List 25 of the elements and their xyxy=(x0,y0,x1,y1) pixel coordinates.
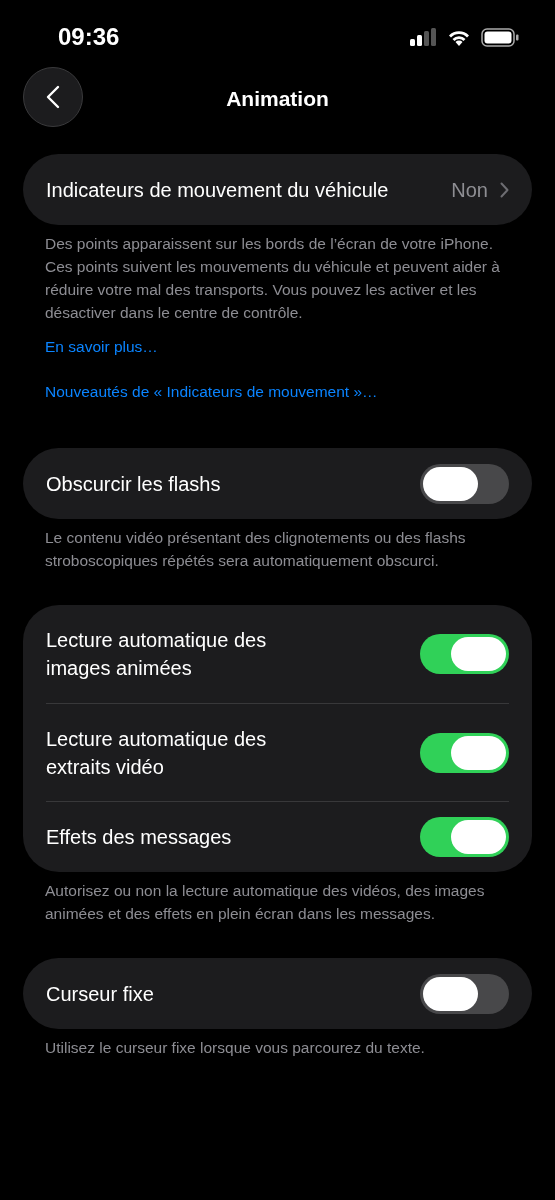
back-chevron-icon xyxy=(46,85,60,109)
status-time: 09:36 xyxy=(58,22,120,52)
setting-label: Lecture automatique des extraits vidéo xyxy=(46,726,268,780)
toggle-switch[interactable] xyxy=(420,732,509,773)
wifi-icon xyxy=(447,28,471,46)
toggle-switch[interactable] xyxy=(420,817,509,857)
info-link[interactable]: Nouveautés de « Indicateurs de mouvement »… xyxy=(45,380,378,403)
toggle-switch[interactable] xyxy=(420,973,509,1014)
section-footer: Le contenu vidéo présentant des clignotements ou des flashs stroboscopiques répétés sera automatiquement obscurci. xyxy=(23,519,532,572)
setting-label: Curseur fixe xyxy=(46,981,154,1007)
setting-value: Non xyxy=(451,177,488,203)
signal-icon xyxy=(410,28,437,46)
section-footer: Utilisez le curseur fixe lorsque vous parcourez du texte. xyxy=(23,1029,532,1059)
section-footer: Des points apparaissent sur les bords de l’écran de votre iPhone. Ces points suivent les mouvements du véhicule et peuvent aider à réduire votre mal des transports. Vous pouvez les activer et les désactiver dans le centre de contrôle. xyxy=(23,225,532,324)
toggle-switch[interactable] xyxy=(420,634,509,674)
setting-label: Obscurcir les flashs xyxy=(46,471,221,497)
page-title: Animation xyxy=(226,86,329,113)
section-footer: Autorisez ou non la lecture automatique des vidéos, des images animées et des effets en plein écran dans les messages. xyxy=(23,872,532,925)
setting-label: Effets des messages xyxy=(46,825,232,850)
battery-icon xyxy=(481,27,519,47)
setting-label: Lecture automatique des images animées xyxy=(46,628,268,681)
chevron-right-icon xyxy=(500,181,509,198)
toggle-switch[interactable] xyxy=(420,463,509,504)
info-link[interactable]: En savoir plus… xyxy=(45,335,158,358)
setting-label: Indicateurs de mouvement du véhicule xyxy=(46,177,389,203)
